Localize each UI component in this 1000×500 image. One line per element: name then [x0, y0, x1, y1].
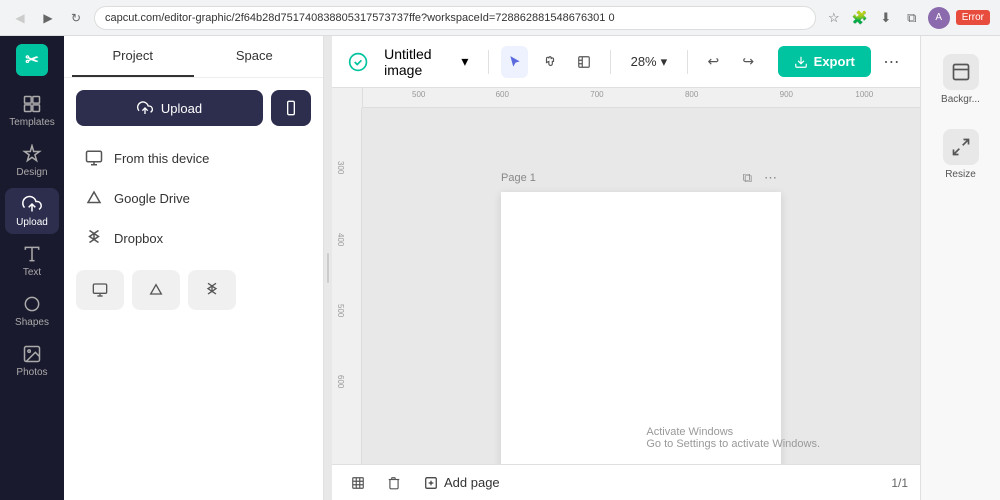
quick-access: [76, 262, 311, 318]
zoom-chevron: ▾: [661, 54, 668, 70]
source-dropbox[interactable]: Dropbox: [76, 218, 311, 258]
page-actions: ⧉ ⋯: [739, 168, 781, 188]
sidebar-item-text[interactable]: Text: [5, 238, 59, 284]
resize-handle[interactable]: [324, 36, 332, 500]
zoom-control[interactable]: 28% ▾: [623, 50, 676, 74]
app: ✂ Templates Design Upload Text Shapes Ph…: [0, 36, 1000, 500]
grid-button[interactable]: [344, 469, 372, 497]
avatar: A: [928, 7, 950, 29]
sidebar-label-templates: Templates: [9, 117, 55, 128]
sidebar-label-photos: Photos: [16, 367, 47, 378]
toolbar-divider-3: [687, 50, 688, 74]
sidebar-label-design: Design: [16, 167, 47, 178]
source-dropbox-label: Dropbox: [114, 231, 163, 246]
page-label: Page 1: [501, 172, 536, 184]
page-container: Page 1 ⧉ ⋯: [501, 168, 781, 464]
more-options-button[interactable]: ⋯: [879, 47, 904, 77]
resize-button[interactable]: Resize: [929, 123, 993, 186]
download-button[interactable]: ⬇: [876, 8, 896, 28]
upload-panel: Project Space Upload From this device: [64, 36, 324, 500]
url-text: capcut.com/editor-graphic/2f64b28d751740…: [105, 12, 615, 24]
source-device[interactable]: From this device: [76, 138, 311, 178]
canvas-viewport: 300 400 500 600 Page 1 ⧉ ⋯: [332, 108, 920, 464]
canvas-area: Untitled image ▾ 28% ▾ ↩: [332, 36, 920, 500]
toolbar-divider-1: [488, 50, 489, 74]
delete-button[interactable]: [380, 469, 408, 497]
hand-tool-button[interactable]: [536, 46, 563, 78]
upload-btn-label: Upload: [161, 101, 202, 116]
page-label-row: Page 1 ⧉ ⋯: [501, 168, 781, 188]
ruler-horizontal: 500 600 700 800 900 1000: [362, 88, 920, 108]
page-canvas: [501, 192, 781, 464]
reload-button[interactable]: ↻: [66, 8, 86, 28]
zoom-value: 28%: [631, 54, 657, 69]
export-label: Export: [814, 54, 855, 69]
upload-button[interactable]: Upload: [76, 90, 263, 126]
tab-button[interactable]: ⧉: [902, 8, 922, 28]
bookmark-button[interactable]: ☆: [824, 8, 844, 28]
sidebar-label-text: Text: [23, 267, 41, 278]
tab-project[interactable]: Project: [72, 36, 194, 77]
page-copy-button[interactable]: ⧉: [739, 168, 756, 188]
canvas-scroll[interactable]: Page 1 ⧉ ⋯: [362, 108, 920, 464]
error-badge: Error: [956, 10, 990, 25]
resize-label: Resize: [945, 169, 976, 180]
back-button[interactable]: ◀: [10, 8, 30, 28]
source-googledrive-label: Google Drive: [114, 191, 190, 206]
undo-button[interactable]: ↩: [700, 46, 727, 78]
sidebar-label-upload: Upload: [16, 217, 48, 228]
upload-panel-tabs: Project Space: [64, 36, 323, 78]
browser-actions: ☆ 🧩 ⬇ ⧉ A Error: [824, 7, 990, 29]
background-label: Backgr...: [941, 94, 980, 105]
top-toolbar: Untitled image ▾ 28% ▾ ↩: [332, 36, 920, 88]
toolbar-divider-2: [610, 50, 611, 74]
forward-button[interactable]: ▶: [38, 8, 58, 28]
add-page-button[interactable]: Add page: [416, 471, 508, 494]
page-counter: 1/1: [891, 476, 908, 490]
redo-button[interactable]: ↪: [735, 46, 762, 78]
ruler-corner: [332, 88, 362, 108]
upload-panel-body: Upload From this device Google Drive: [64, 78, 323, 500]
dropbox-icon: [84, 228, 104, 248]
monitor-icon: [84, 148, 104, 168]
quick-monitor-button[interactable]: [76, 270, 124, 310]
sidebar-item-design[interactable]: Design: [5, 138, 59, 184]
ruler-top-row: 500 600 700 800 900 1000: [332, 88, 920, 108]
sidebar-item-upload[interactable]: Upload: [5, 188, 59, 234]
url-bar: capcut.com/editor-graphic/2f64b28d751740…: [94, 6, 816, 30]
layout-tool-button[interactable]: [571, 46, 598, 78]
source-googledrive[interactable]: Google Drive: [76, 178, 311, 218]
sidebar: ✂ Templates Design Upload Text Shapes Ph…: [0, 36, 64, 500]
background-button[interactable]: Backgr...: [929, 48, 993, 111]
ruler-vertical: 300 400 500 600: [332, 108, 362, 464]
mobile-upload-button[interactable]: [271, 90, 311, 126]
sidebar-item-templates[interactable]: Templates: [5, 88, 59, 134]
select-tool-button[interactable]: [501, 46, 528, 78]
toolbar-logo: [348, 50, 368, 74]
quick-drive-button[interactable]: [132, 270, 180, 310]
add-page-label: Add page: [444, 475, 500, 490]
background-icon: [943, 54, 979, 90]
doc-title-area[interactable]: Untitled image ▾: [376, 42, 476, 82]
quick-dropbox-button[interactable]: [188, 270, 236, 310]
tab-space[interactable]: Space: [194, 36, 316, 77]
right-panel: Backgr... Resize: [920, 36, 1000, 500]
googledrive-icon: [84, 188, 104, 208]
app-logo: ✂: [16, 44, 48, 76]
resize-icon: [943, 129, 979, 165]
sidebar-label-shapes: Shapes: [15, 317, 49, 328]
source-device-label: From this device: [114, 151, 209, 166]
sidebar-item-shapes[interactable]: Shapes: [5, 288, 59, 334]
browser-chrome: ◀ ▶ ↻ capcut.com/editor-graphic/2f64b28d…: [0, 0, 1000, 36]
export-button[interactable]: Export: [778, 46, 871, 77]
extensions-button[interactable]: 🧩: [850, 8, 870, 28]
sidebar-item-photos[interactable]: Photos: [5, 338, 59, 384]
bottom-bar: Add page 1/1: [332, 464, 920, 500]
doc-title-chevron: ▾: [461, 53, 468, 70]
doc-title: Untitled image: [384, 46, 457, 78]
page-more-button[interactable]: ⋯: [760, 168, 781, 188]
